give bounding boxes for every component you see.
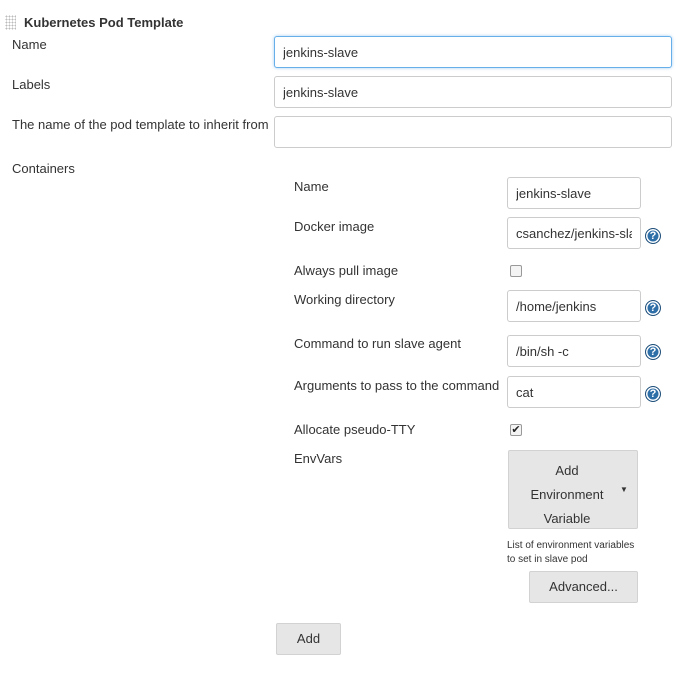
chevron-down-icon: ▼ bbox=[620, 485, 628, 494]
args-input[interactable] bbox=[507, 376, 641, 408]
containers-label: Containers bbox=[12, 161, 75, 176]
name-label: Name bbox=[12, 37, 47, 52]
always-pull-checkbox[interactable] bbox=[510, 265, 522, 277]
section-title: Kubernetes Pod Template bbox=[24, 15, 184, 30]
args-help-icon[interactable]: ? bbox=[645, 386, 661, 402]
working-dir-input[interactable] bbox=[507, 290, 641, 322]
always-pull-label: Always pull image bbox=[294, 263, 399, 278]
working-dir-help-icon[interactable]: ? bbox=[645, 300, 661, 316]
docker-image-label: Docker image bbox=[294, 219, 375, 234]
docker-image-help-icon[interactable]: ? bbox=[645, 228, 661, 244]
working-dir-label: Working directory bbox=[294, 292, 395, 307]
docker-image-input[interactable] bbox=[507, 217, 641, 249]
command-help-icon[interactable]: ? bbox=[645, 344, 661, 360]
envvars-hint-line1: List of environment variables bbox=[507, 540, 635, 551]
add-env-line1: Add bbox=[555, 463, 579, 478]
add-environment-variable-button[interactable]: Add Environment Variable ▼ bbox=[508, 450, 638, 529]
tty-label: Allocate pseudo-TTY bbox=[294, 422, 416, 437]
pod-name-input[interactable] bbox=[274, 36, 672, 68]
container-name-label: Name bbox=[294, 179, 329, 194]
args-label: Arguments to pass to the command bbox=[294, 378, 500, 393]
labels-input[interactable] bbox=[274, 76, 672, 108]
envvars-hint-line2: to set in slave pod bbox=[507, 554, 588, 565]
envvars-label: EnvVars bbox=[294, 451, 343, 466]
container-name-input[interactable] bbox=[507, 177, 641, 209]
command-input[interactable] bbox=[507, 335, 641, 367]
drag-handle-icon[interactable] bbox=[5, 15, 16, 30]
inherit-label: The name of the pod template to inherit … bbox=[12, 117, 269, 132]
command-label: Command to run slave agent bbox=[294, 336, 461, 351]
add-env-line3: Variable bbox=[543, 511, 591, 526]
add-env-line2: Environment bbox=[530, 487, 604, 502]
tty-checkbox[interactable]: ✔ bbox=[510, 424, 522, 436]
inherit-input[interactable] bbox=[274, 116, 672, 148]
advanced-button[interactable]: Advanced... bbox=[529, 571, 638, 603]
labels-label: Labels bbox=[12, 77, 51, 92]
envvars-hint: List of environment variables to set in … bbox=[507, 539, 634, 567]
add-container-button[interactable]: Add bbox=[276, 623, 341, 655]
